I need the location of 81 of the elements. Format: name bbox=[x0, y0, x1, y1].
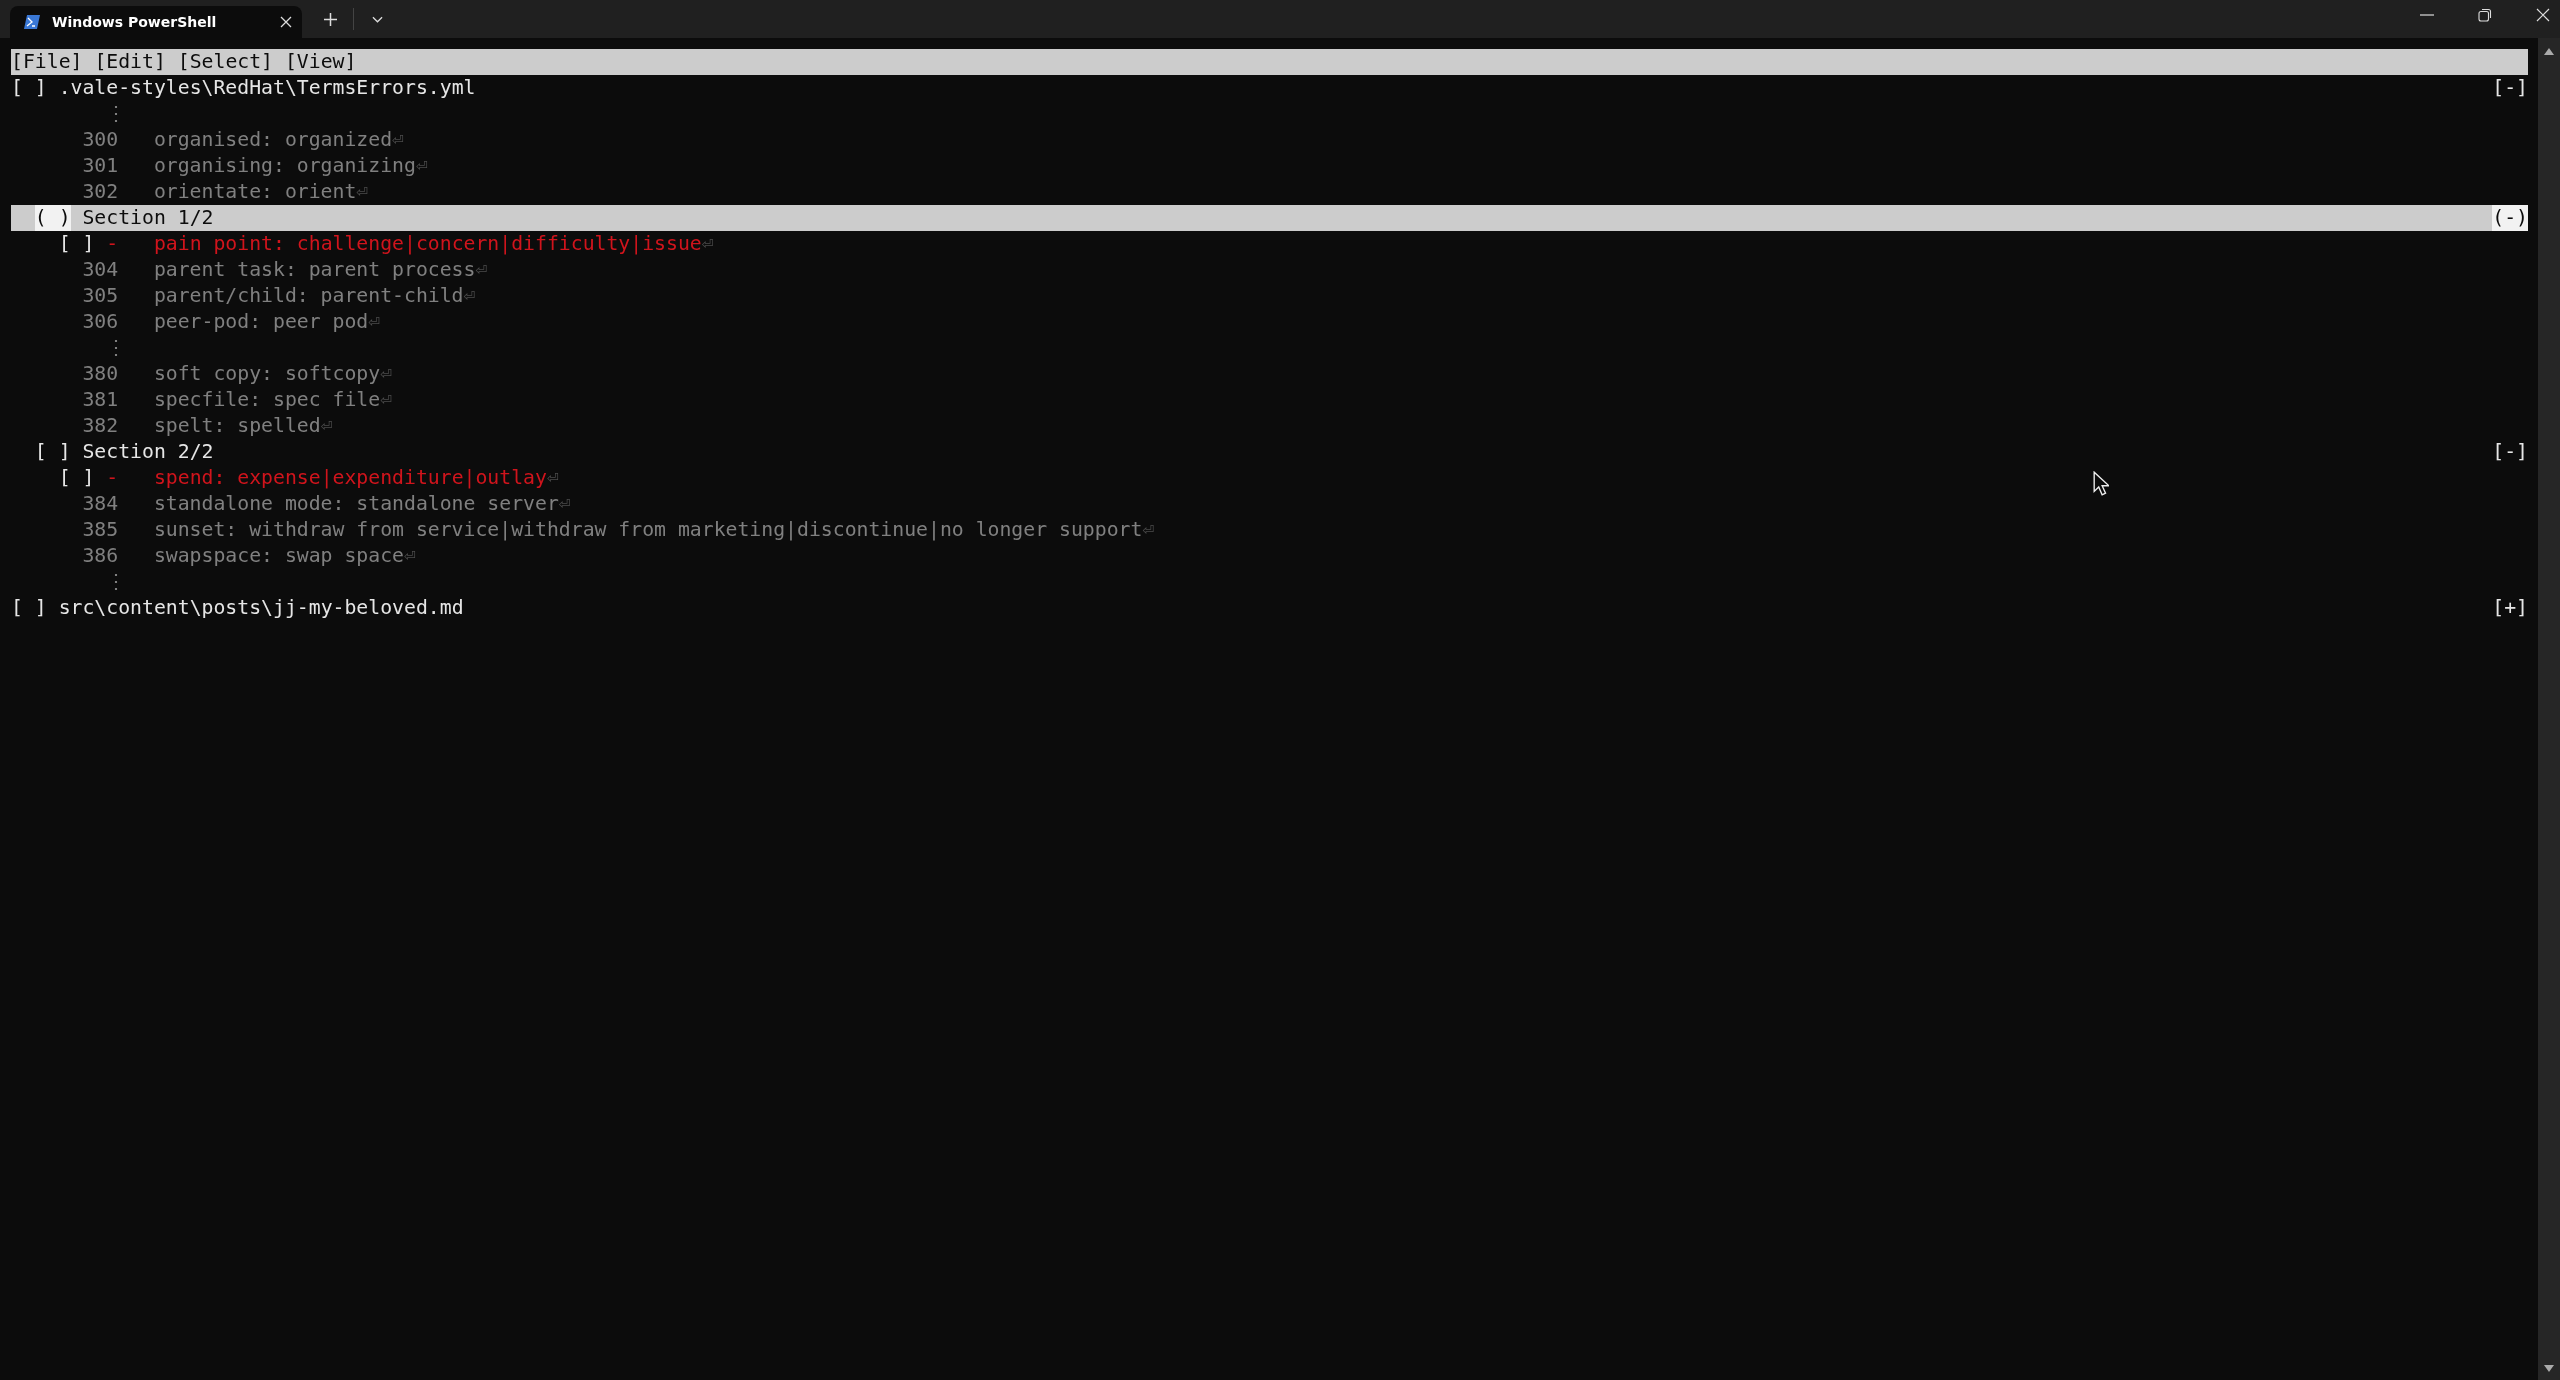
dropdown-icon[interactable] bbox=[372, 16, 383, 23]
gap-mark: ⋮ bbox=[106, 569, 127, 595]
scrollbar[interactable] bbox=[2538, 38, 2560, 1380]
line-end-mark: ⏎ bbox=[1142, 517, 1155, 543]
section-row[interactable]: [ ] Section 2/2 [-] bbox=[11, 439, 2528, 465]
menu-item[interactable]: [Edit] bbox=[94, 49, 166, 75]
line-end-mark: ⏎ bbox=[701, 231, 714, 257]
gap-mark: ⋮ bbox=[106, 101, 127, 127]
line-number: 304 bbox=[82, 257, 119, 283]
code-line: parent/child: parent-child bbox=[153, 283, 464, 309]
checkbox[interactable]: [ ] bbox=[34, 439, 71, 465]
line-end-mark: ⏎ bbox=[558, 491, 571, 517]
line-end-mark: ⏎ bbox=[546, 465, 559, 491]
line-number: 382 bbox=[82, 413, 119, 439]
collapse-toggle[interactable]: [-] bbox=[2492, 439, 2528, 465]
line-number: 384 bbox=[82, 491, 119, 517]
code-line: standalone mode: standalone server bbox=[153, 491, 559, 517]
restore-icon[interactable] bbox=[2478, 8, 2492, 22]
code-line: swapspace: swap space bbox=[153, 543, 404, 569]
gap-mark: ⋮ bbox=[106, 335, 127, 361]
checkbox[interactable]: [ ] bbox=[11, 75, 47, 101]
scroll-up-icon[interactable] bbox=[2544, 48, 2554, 55]
section-title: Section 1/2 bbox=[82, 205, 214, 231]
code-line: sunset: withdraw from service|withdraw from marketing|discontinue|no longer support bbox=[153, 517, 1143, 543]
line-end-mark: ⏎ bbox=[463, 283, 476, 309]
code-line: parent task: parent process bbox=[153, 257, 476, 283]
menu-item[interactable]: [Select] bbox=[177, 49, 274, 75]
line-end-mark: ⏎ bbox=[392, 127, 404, 153]
file-path: .vale-styles\RedHat\TermsErrors.yml bbox=[58, 75, 476, 101]
code-line: soft copy: softcopy bbox=[153, 361, 381, 387]
change-row[interactable]: [ ] - pain point: challenge|concern|difficulty|issue⏎ bbox=[11, 231, 2528, 257]
code-line: organised: organized bbox=[153, 127, 393, 153]
collapse-toggle[interactable]: (-) bbox=[2492, 205, 2528, 231]
file-row[interactable]: [ ] .vale-styles\RedHat\TermsErrors.yml [-] bbox=[11, 75, 2528, 101]
line-number: 380 bbox=[82, 361, 119, 387]
menu-item[interactable]: [View] bbox=[284, 49, 357, 75]
line-number: 301 bbox=[82, 153, 119, 179]
line-end-mark: ⏎ bbox=[320, 413, 333, 439]
powershell-icon bbox=[24, 15, 40, 29]
file-path: src\content\posts\jj-my-beloved.md bbox=[58, 595, 464, 621]
line-number: 385 bbox=[82, 517, 119, 543]
close-icon[interactable] bbox=[2536, 8, 2550, 22]
section-row[interactable]: ( ) Section 1/2 (-) bbox=[11, 205, 2528, 231]
collapse-toggle[interactable]: [-] bbox=[2492, 75, 2528, 101]
code-line: peer-pod: peer pod bbox=[153, 309, 369, 335]
line-number: 381 bbox=[82, 387, 119, 413]
checkbox[interactable]: [ ] bbox=[11, 595, 47, 621]
new-tab-icon[interactable] bbox=[324, 13, 337, 26]
change-row[interactable]: [ ] - spend: expense|expenditure|outlay⏎ bbox=[11, 465, 2528, 491]
line-end-mark: ⏎ bbox=[380, 361, 393, 387]
close-tab-icon[interactable] bbox=[280, 16, 292, 28]
code-line: organising: organizing bbox=[153, 153, 416, 179]
checkbox[interactable]: [ ] bbox=[58, 465, 95, 491]
tab-title: Windows PowerShell bbox=[52, 14, 218, 30]
line-end-mark: ⏎ bbox=[415, 153, 428, 179]
file-row[interactable]: [ ] src\content\posts\jj-my-beloved.md [+] bbox=[11, 595, 2528, 621]
line-end-mark: ⏎ bbox=[404, 543, 416, 569]
line-number: 300 bbox=[82, 127, 119, 153]
code-line: specfile: spec file bbox=[153, 387, 381, 413]
removed-sign: - bbox=[106, 465, 119, 491]
mouse-pointer-icon bbox=[2093, 471, 2109, 496]
code-line: orientate: orient bbox=[153, 179, 357, 205]
collapse-toggle[interactable]: [+] bbox=[2492, 595, 2528, 621]
line-end-mark: ⏎ bbox=[356, 179, 369, 205]
line-number: 386 bbox=[82, 543, 119, 569]
line-end-mark: ⏎ bbox=[368, 309, 381, 335]
line-number: 306 bbox=[82, 309, 119, 335]
code-line: pain point: challenge|concern|difficulty|issue bbox=[153, 231, 702, 257]
checkbox[interactable]: ( ) bbox=[34, 205, 71, 231]
code-line: spelt: spelled bbox=[153, 413, 321, 439]
scroll-down-icon[interactable] bbox=[2544, 1365, 2554, 1372]
section-title: Section 2/2 bbox=[82, 439, 214, 465]
line-number: 305 bbox=[82, 283, 119, 309]
checkbox[interactable]: [ ] bbox=[58, 231, 95, 257]
line-number: 302 bbox=[82, 179, 119, 205]
line-end-mark: ⏎ bbox=[380, 387, 393, 413]
removed-sign: - bbox=[106, 231, 119, 257]
menu-item[interactable]: [File] bbox=[11, 49, 83, 75]
terminal-tab[interactable]: Windows PowerShell bbox=[10, 6, 302, 38]
line-end-mark: ⏎ bbox=[475, 257, 488, 283]
code-line: spend: expense|expenditure|outlay bbox=[153, 465, 547, 491]
